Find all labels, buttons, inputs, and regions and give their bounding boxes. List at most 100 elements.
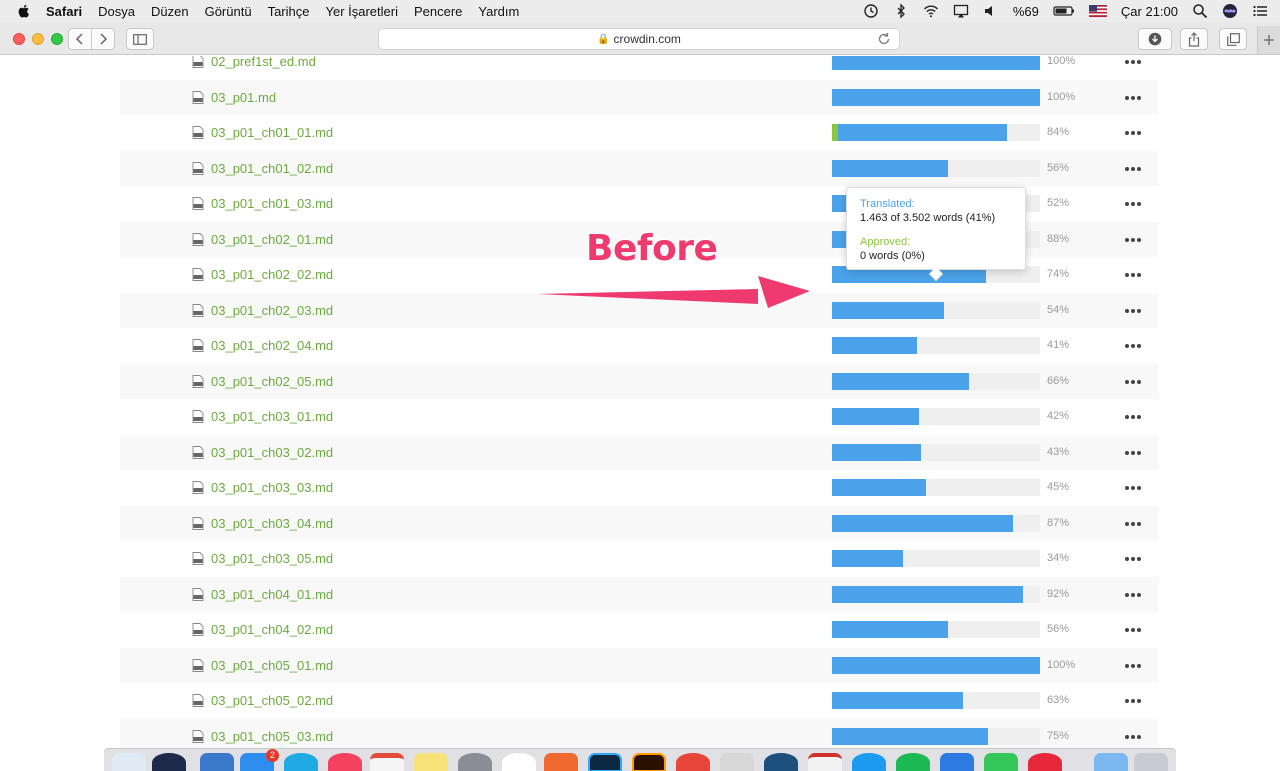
more-options-icon[interactable]: [1123, 549, 1143, 569]
more-options-icon[interactable]: [1123, 56, 1143, 72]
itunes-icon[interactable]: [328, 753, 362, 771]
more-options-icon[interactable]: [1123, 478, 1143, 498]
preview-icon[interactable]: [200, 753, 234, 771]
battery-percent[interactable]: %69: [1013, 4, 1039, 19]
close-window-button[interactable]: [13, 33, 25, 45]
menu-yardim[interactable]: Yardım: [478, 4, 519, 19]
file-name-link[interactable]: 03_p01_ch03_02.md: [211, 435, 333, 471]
wifi-icon[interactable]: [923, 3, 939, 19]
clock[interactable]: Çar 21:00: [1121, 4, 1178, 19]
finder-icon[interactable]: [112, 753, 146, 771]
menu-yer-isaretleri[interactable]: Yer İşaretleri: [325, 4, 398, 19]
apple-icon[interactable]: [16, 3, 32, 19]
progress-bar[interactable]: [832, 621, 1040, 638]
progress-bar[interactable]: [832, 443, 1040, 461]
bluetooth-icon[interactable]: [893, 3, 909, 19]
more-options-icon[interactable]: [1123, 727, 1143, 747]
progress-bar[interactable]: [832, 408, 1040, 425]
compass-app-icon[interactable]: [764, 753, 798, 771]
progress-bar[interactable]: [832, 479, 1040, 496]
illustrator-icon[interactable]: [632, 753, 666, 771]
more-options-icon[interactable]: [1123, 372, 1143, 392]
notes-icon[interactable]: [414, 753, 448, 771]
reload-icon[interactable]: [877, 32, 891, 46]
file-name-link[interactable]: 03_p01_ch02_03.md: [211, 293, 333, 329]
more-options-icon[interactable]: [1123, 336, 1143, 356]
file-name-link[interactable]: 03_p01.md: [211, 80, 276, 116]
acrobat-icon[interactable]: [808, 753, 842, 771]
menu-tarihce[interactable]: Tarihçe: [268, 4, 310, 19]
back-button[interactable]: [68, 28, 92, 50]
share-button[interactable]: [1180, 28, 1208, 50]
file-name-link[interactable]: 03_p01_ch02_04.md: [211, 328, 333, 364]
skype-icon[interactable]: [284, 753, 318, 771]
progress-bar[interactable]: [832, 727, 1040, 745]
safari-dock-icon[interactable]: [852, 753, 886, 771]
sidebar-button[interactable]: [126, 28, 154, 50]
menu-duzen[interactable]: Düzen: [151, 4, 189, 19]
more-options-icon[interactable]: [1123, 443, 1143, 463]
menu-pencere[interactable]: Pencere: [414, 4, 462, 19]
file-name-link[interactable]: 03_p01_ch01_01.md: [211, 115, 333, 151]
address-bar[interactable]: 🔒 crowdin.com: [378, 28, 900, 50]
siri-dock-icon[interactable]: [152, 753, 186, 771]
progress-bar[interactable]: [832, 692, 1040, 709]
progress-bar[interactable]: [832, 514, 1040, 532]
file-name-link[interactable]: 03_p01_ch05_03.md: [211, 719, 333, 749]
progress-bar[interactable]: [832, 124, 1040, 141]
word-icon[interactable]: [940, 753, 974, 771]
progress-bar[interactable]: [832, 88, 1040, 106]
file-name-link[interactable]: 03_p01_ch03_05.md: [211, 541, 333, 577]
file-name-link[interactable]: 02_pref1st_ed.md: [211, 56, 316, 80]
file-name-link[interactable]: 03_p01_ch05_01.md: [211, 648, 333, 684]
file-name-link[interactable]: 03_p01_ch03_01.md: [211, 399, 333, 435]
us-flag-icon[interactable]: [1088, 3, 1107, 19]
progress-bar[interactable]: [832, 372, 1040, 390]
spotify-icon[interactable]: [896, 753, 930, 771]
calendar-icon[interactable]: [370, 753, 404, 771]
more-options-icon[interactable]: [1123, 585, 1143, 605]
file-name-link[interactable]: 03_p01_ch04_02.md: [211, 612, 333, 648]
file-name-link[interactable]: 03_p01_ch01_03.md: [211, 186, 333, 222]
spotlight-search-icon[interactable]: [1192, 3, 1208, 19]
sublime-icon[interactable]: [544, 753, 578, 771]
more-options-icon[interactable]: [1123, 301, 1143, 321]
file-name-link[interactable]: 03_p01_ch02_05.md: [211, 364, 333, 400]
siri-icon[interactable]: [1222, 3, 1238, 19]
time-machine-icon[interactable]: [863, 3, 879, 19]
file-name-link[interactable]: 03_p01_ch04_01.md: [211, 577, 333, 613]
system-preferences-icon[interactable]: [458, 753, 492, 771]
downloads-folder-icon[interactable]: [1094, 753, 1128, 771]
more-options-icon[interactable]: [1123, 123, 1143, 143]
menu-app-safari[interactable]: Safari: [46, 4, 82, 19]
progress-bar[interactable]: [832, 301, 1040, 319]
more-options-icon[interactable]: [1123, 407, 1143, 427]
file-name-link[interactable]: 03_p01_ch01_02.md: [211, 151, 333, 187]
airplay-icon[interactable]: [953, 3, 969, 19]
new-tab-button[interactable]: [1257, 26, 1280, 54]
file-name-link[interactable]: 03_p01_ch02_01.md: [211, 222, 333, 258]
progress-bar[interactable]: [832, 656, 1040, 674]
file-name-link[interactable]: 03_p01_ch03_04.md: [211, 506, 333, 542]
volume-icon[interactable]: [983, 3, 999, 19]
more-options-icon[interactable]: [1123, 230, 1143, 250]
notification-center-icon[interactable]: [1252, 3, 1268, 19]
forward-button[interactable]: [91, 28, 115, 50]
more-options-icon[interactable]: [1123, 159, 1143, 179]
plus-app-icon[interactable]: [1028, 753, 1062, 771]
facetime-icon[interactable]: [984, 753, 1018, 771]
menu-dosya[interactable]: Dosya: [98, 4, 135, 19]
more-options-icon[interactable]: [1123, 514, 1143, 534]
more-options-icon[interactable]: [1123, 88, 1143, 108]
menu-goruntu[interactable]: Görüntü: [205, 4, 252, 19]
more-options-icon[interactable]: [1123, 691, 1143, 711]
fullscreen-window-button[interactable]: [51, 33, 63, 45]
progress-bar[interactable]: [832, 337, 1040, 354]
progress-bar[interactable]: [832, 56, 1040, 70]
more-options-icon[interactable]: [1123, 656, 1143, 676]
downloads-button[interactable]: [1138, 28, 1172, 50]
file-name-link[interactable]: 03_p01_ch03_03.md: [211, 470, 333, 506]
progress-bar[interactable]: [832, 550, 1040, 567]
trash-icon[interactable]: [1134, 753, 1168, 771]
file-name-link[interactable]: 03_p01_ch05_02.md: [211, 683, 333, 719]
